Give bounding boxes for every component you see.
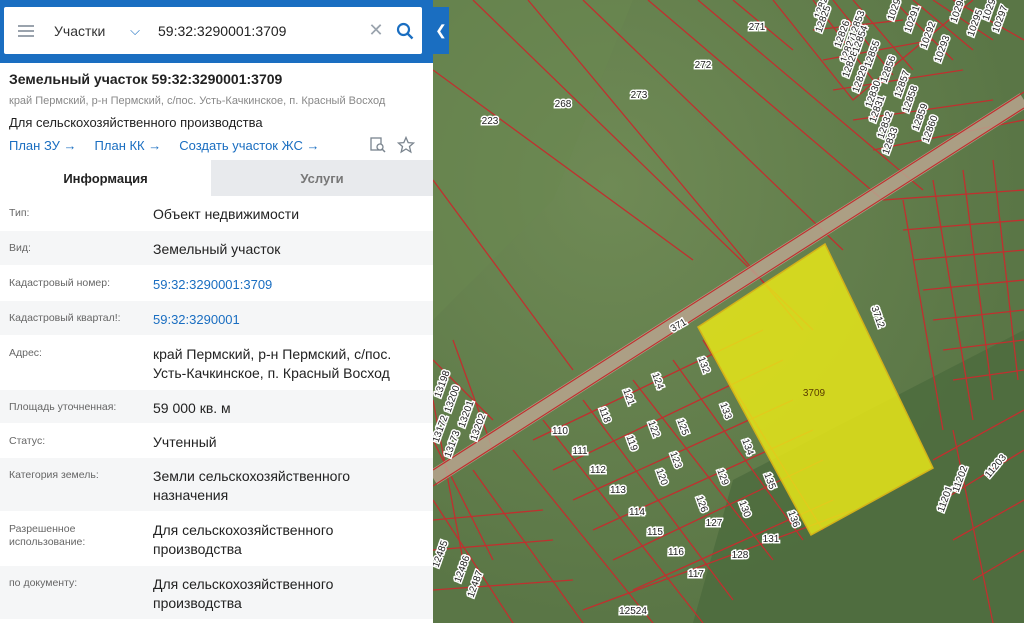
row-value: край Пермский, р-н Пермский, с/пос. Усть…	[153, 346, 392, 381]
table-row: по документу: Для сельскохозяйственного …	[0, 566, 433, 620]
row-value: Для сельскохозяйственного производства	[153, 576, 334, 611]
row-label: Адрес:	[9, 347, 42, 359]
parcel-label: 271	[749, 22, 766, 33]
parcel-label: 272	[695, 60, 712, 71]
document-search-icon[interactable]	[369, 136, 387, 154]
cadastral-number-link[interactable]: 59:32:3290001:3709	[144, 266, 433, 300]
parcel-label: 268	[555, 99, 572, 110]
parcel-label: 116	[668, 547, 684, 558]
info-table: Тип: Объект недвижимости Вид: Земельный …	[0, 196, 433, 620]
info-panel: Участки ⌵ 59:32:3290001:3709 ✕ Земельный…	[0, 0, 433, 623]
row-label: Категория земель:	[9, 469, 99, 481]
cadastral-quarter-link[interactable]: 59:32:3290001	[144, 301, 433, 335]
address-subtitle: край Пермский, р-н Пермский, с/пос. Усть…	[9, 95, 386, 107]
plan-kk-link[interactable]: План КК →	[95, 138, 162, 153]
table-row: Тип: Объект недвижимости	[0, 196, 433, 231]
row-label: Разрешенное использование:	[9, 523, 86, 548]
page-title: Земельный участок 59:32:3290001:3709	[9, 71, 283, 87]
row-label: Кадастровый номер:	[9, 277, 111, 289]
parcel-label: 131	[763, 534, 780, 545]
star-icon[interactable]	[397, 136, 415, 154]
parcel-label: 128	[732, 550, 749, 561]
create-parcel-link[interactable]: Создать участок ЖС →	[179, 138, 319, 153]
cadastral-map[interactable]: 3709 271 271 272 272 273 273 268 268 223 223 371 37…	[433, 0, 1024, 623]
table-row: Статус: Учтенный	[0, 424, 433, 458]
row-value: Учтенный	[153, 434, 217, 450]
table-row: Разрешенное использование: Для сельскохо…	[0, 512, 433, 566]
parcel-label: 115	[647, 527, 663, 538]
search-type-select[interactable]: Участки ⌵	[48, 7, 148, 54]
tabs: Информация Услуги	[0, 160, 433, 196]
parcel-label: 113	[610, 485, 626, 496]
row-label: Кадастровый квартал!:	[9, 312, 121, 324]
parcel-label: 12524	[619, 606, 647, 617]
collapse-panel-button[interactable]: ❮	[433, 7, 449, 54]
search-input[interactable]: 59:32:3290001:3709	[148, 23, 364, 39]
plan-zu-link[interactable]: План ЗУ →	[9, 138, 77, 153]
table-row: Категория земель: Земли сельскохозяйстве…	[0, 458, 433, 512]
parcel-label: 114	[629, 507, 645, 518]
parcel-label: 223	[482, 116, 499, 127]
chevron-down-icon: ⌵	[130, 22, 140, 38]
row-label: Вид:	[9, 242, 31, 254]
row-label: Тип:	[9, 207, 30, 219]
action-links: План ЗУ → План КК → Создать участок ЖС →	[9, 138, 319, 153]
parcel-label: 110	[552, 426, 568, 437]
menu-icon[interactable]	[4, 7, 48, 54]
tab-services[interactable]: Услуги	[211, 160, 433, 196]
close-icon[interactable]: ✕	[364, 20, 388, 41]
row-label: по документу:	[9, 577, 78, 589]
row-label: Статус:	[9, 435, 46, 447]
table-row: Вид: Земельный участок	[0, 231, 433, 266]
table-row: Кадастровый квартал!: 59:32:3290001	[0, 301, 433, 336]
row-value: 59 000 кв. м	[153, 400, 231, 416]
selected-parcel-label: 3709	[803, 388, 826, 399]
parcel-label: 127	[706, 518, 723, 529]
parcel-label: 112	[590, 465, 606, 476]
map-canvas[interactable]: 3709 27127127227227327326826822322337137…	[433, 0, 1024, 623]
search-icon[interactable]	[388, 7, 422, 54]
row-label: Площадь уточненная:	[9, 401, 117, 413]
parcel-label: 273	[631, 90, 648, 101]
search-type-label: Участки	[54, 22, 106, 39]
table-row: Кадастровый номер: 59:32:3290001:3709	[0, 266, 433, 301]
tab-information[interactable]: Информация	[0, 160, 211, 196]
parcel-label: 117	[688, 569, 704, 580]
row-value: Объект недвижимости	[153, 206, 300, 222]
row-value: Земли сельскохозяйственного назначения	[153, 468, 351, 503]
search-bar: Участки ⌵ 59:32:3290001:3709 ✕	[0, 0, 433, 63]
row-value: Для сельскохозяйственного производства	[153, 522, 334, 557]
row-value: Земельный участок	[153, 241, 281, 257]
purpose-text: Для сельскохозяйственного производства	[9, 115, 263, 130]
search-box: Участки ⌵ 59:32:3290001:3709 ✕	[4, 7, 422, 54]
table-row: Адрес: край Пермский, р-н Пермский, с/по…	[0, 336, 433, 390]
table-row: Площадь уточненная: 59 000 кв. м	[0, 390, 433, 424]
parcel-label: 111	[572, 446, 588, 457]
